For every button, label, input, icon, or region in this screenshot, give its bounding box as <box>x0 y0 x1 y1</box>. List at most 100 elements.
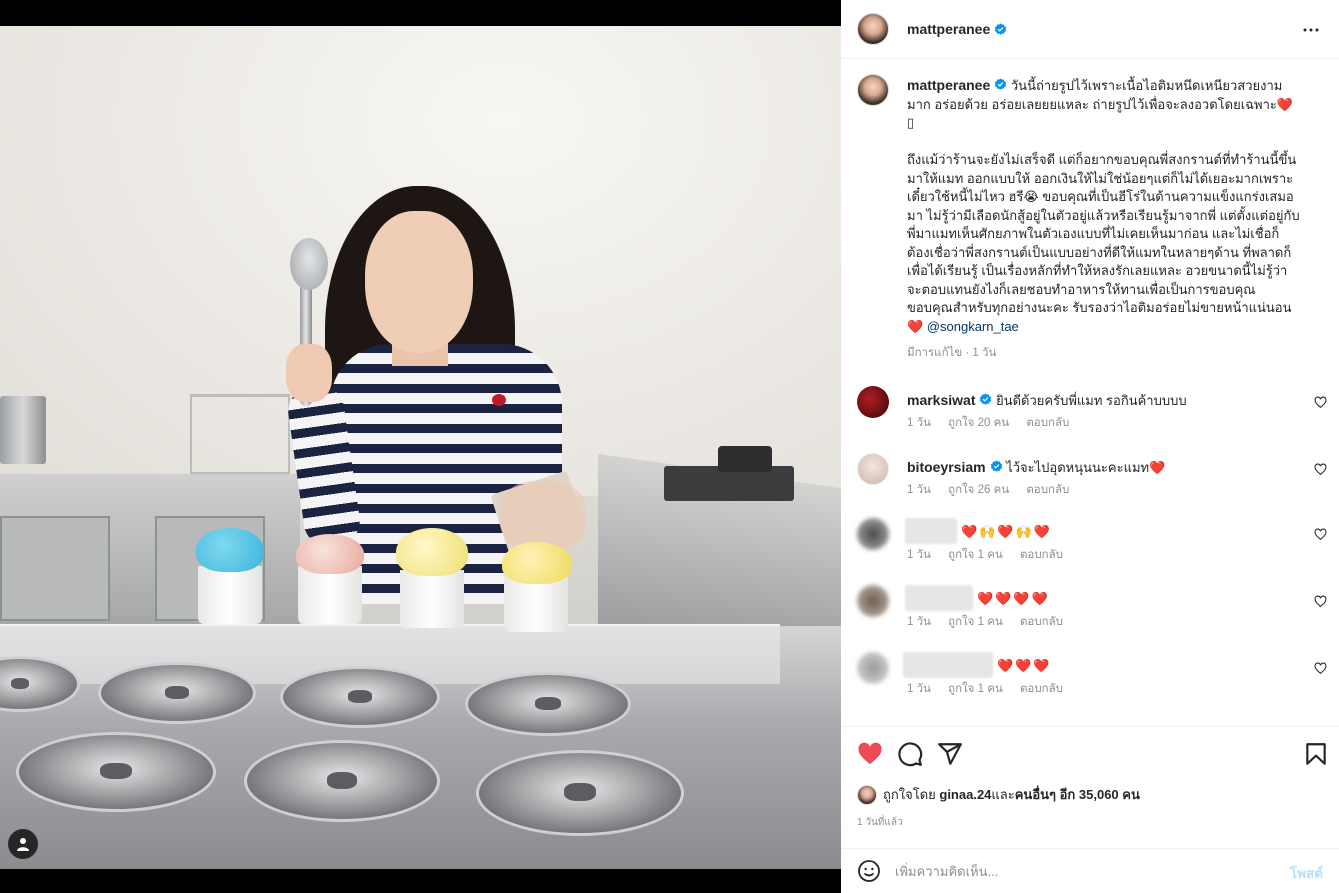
comment-reply-button[interactable]: ตอบกลับ <box>1020 616 1063 628</box>
caption-edited-time: มีการแก้ไข · 1 วัน <box>907 347 997 359</box>
post-side-panel: mattperanee mattperanee วันนี้ถ่ายรูปไว้… <box>841 0 1339 893</box>
comment-body: ❤️❤️❤️ <box>997 658 1052 673</box>
liker-avatar[interactable] <box>857 784 877 805</box>
comment-text: ❤️❤️❤️❤️ <box>905 585 1050 611</box>
comment-reply-button[interactable]: ตอบกลับ <box>1026 484 1069 496</box>
comment-likes[interactable]: ถูกใจ 26 คน <box>948 484 1009 496</box>
bookmark-icon[interactable] <box>1303 741 1329 767</box>
heart-outline-icon[interactable] <box>1314 463 1327 476</box>
likes-middle: และ <box>991 787 1015 802</box>
post-comment-button[interactable]: โพสต์ <box>1290 862 1323 884</box>
comment-avatar[interactable] <box>857 518 889 550</box>
comment-text: ❤️❤️❤️ <box>903 652 1052 678</box>
photo-scoop-blue <box>196 528 264 572</box>
comments-list[interactable]: mattperanee วันนี้ถ่ายรูปไว้เพราะเนื้อไอ… <box>841 60 1339 726</box>
caption-text: mattperanee วันนี้ถ่ายรูปไว้เพราะเนื้อไอ… <box>907 76 1327 363</box>
photo-scoop-pink <box>296 534 364 574</box>
caption-line: ถึงแม้ว่าร้านจะยังไม่เสร็จดี แต่ก็อยากขอ… <box>907 152 1297 167</box>
mention-link[interactable]: @songkarn_tae <box>927 319 1019 334</box>
blurred-username <box>905 518 957 544</box>
heart-outline-icon[interactable] <box>1314 528 1327 541</box>
caption-line <box>907 133 1327 152</box>
caption-line-text: วันนี้ถ่ายรูปไว้เพราะเนื้อไอติมหนึดเหนีย… <box>1007 78 1283 93</box>
photo-hand <box>500 481 586 551</box>
action-bar <box>841 726 1339 786</box>
comment-avatar[interactable] <box>857 453 889 485</box>
photo-lid <box>98 662 256 724</box>
photo-machine-top <box>718 446 772 472</box>
comment-reply-button[interactable]: ตอบกลับ <box>1020 549 1063 561</box>
tagged-user-button[interactable] <box>8 829 38 859</box>
heart-filled-icon[interactable] <box>857 741 883 767</box>
photo-lid <box>476 750 684 836</box>
post-photo[interactable] <box>0 26 841 869</box>
comment-item: ❤️❤️❤️❤️ 1 วัน ถูกใจ 1 คน ตอบกลับ <box>857 585 1327 645</box>
photo-cup <box>298 566 362 624</box>
comment-text: bitoeyrsiam ไว้จะไปอุดหนุนนะคะแมท❤️ <box>907 457 1165 478</box>
caption-line: ❤️ @songkarn_tae <box>907 318 1327 337</box>
verified-badge-icon <box>995 22 1007 35</box>
comment-bubble-icon[interactable] <box>897 741 923 767</box>
caption-username[interactable]: mattperanee <box>907 77 990 93</box>
comment-likes[interactable]: ถูกใจ 1 คน <box>948 683 1003 695</box>
heart-outline-icon[interactable] <box>1314 595 1327 608</box>
liker-username[interactable]: ginaa.24 <box>939 787 991 802</box>
photo-scoop-yellow <box>396 528 468 576</box>
heart-outline-icon[interactable] <box>1314 396 1327 409</box>
comment-time: 1 วัน <box>907 484 931 496</box>
comment-avatar[interactable] <box>857 386 889 418</box>
user-icon <box>17 838 29 851</box>
caption-line: mattperanee วันนี้ถ่ายรูปไว้เพราะเนื้อไอ… <box>907 76 1327 96</box>
comment-body: ❤️❤️❤️❤️ <box>977 591 1050 606</box>
comment-reply-button[interactable]: ตอบกลับ <box>1026 417 1069 429</box>
caption-line: พี่มาแมทเห็นศักยภาพในตัวเองแบบที่ไม่เคยเ… <box>907 226 1280 241</box>
comment-time: 1 วัน <box>907 616 931 628</box>
heart-outline-icon[interactable] <box>1314 662 1327 675</box>
caption-line: เดี๋ยวใช้หนี้ไม่ไหว ฮรี😭 ขอบคุณที่เป็นฮี… <box>907 189 1294 204</box>
photo-scoop-yellow <box>502 542 572 584</box>
comment-body: ยินดีด้วยครับพี่แมท รอกินค้าบบบบ <box>992 393 1187 408</box>
comment-avatar[interactable] <box>857 652 889 684</box>
verified-badge-icon <box>980 393 992 405</box>
caption-line: ▯ <box>907 115 915 130</box>
photo-cup <box>400 570 464 628</box>
paper-plane-icon[interactable] <box>937 741 963 767</box>
likes-others[interactable]: คนอื่นๆ อีก 35,060 คน <box>1015 784 1140 805</box>
author-avatar[interactable] <box>857 13 889 45</box>
comment-username[interactable]: bitoeyrsiam <box>907 459 986 475</box>
caption-author-avatar[interactable] <box>857 74 889 106</box>
comment-username[interactable]: marksiwat <box>907 392 975 408</box>
comment-body: ไว้จะไปอุดหนุนนะคะแมท❤️ <box>1002 460 1166 475</box>
comment-likes[interactable]: ถูกใจ 1 คน <box>948 549 1003 561</box>
blurred-username <box>903 652 993 678</box>
photo-hand <box>286 344 332 402</box>
author-username[interactable]: mattperanee <box>907 21 990 37</box>
heart-emoji: ❤️ <box>907 318 924 334</box>
comment-likes[interactable]: ถูกใจ 1 คน <box>948 616 1003 628</box>
comment-text: marksiwat ยินดีด้วยครับพี่แมท รอกินค้าบบ… <box>907 390 1187 411</box>
comment-meta: 1 วัน ถูกใจ 20 คน ตอบกลับ <box>907 414 1083 432</box>
comment-meta: 1 วัน ถูกใจ 26 คน ตอบกลับ <box>907 481 1083 499</box>
likes-summary: ถูกใจโดย ginaa.24 และ คนอื่นๆ อีก 35,060 … <box>857 784 1140 805</box>
comment-avatar[interactable] <box>857 585 889 617</box>
blurred-username <box>905 585 973 611</box>
comment-item: ❤️🙌❤️🙌❤️ 1 วัน ถูกใจ 1 คน ตอบกลับ <box>857 518 1327 578</box>
comment-input[interactable] <box>895 859 1265 883</box>
comment-meta: 1 วัน ถูกใจ 1 คน ตอบกลับ <box>907 680 1077 698</box>
caption-line: ขอบคุณสำหรับทุกอย่างนะคะ รับรองว่าไอติมอ… <box>907 300 1292 315</box>
more-horizontal-icon[interactable] <box>1299 18 1323 42</box>
photo-cup <box>198 566 262 624</box>
comment-time: 1 วัน <box>907 683 931 695</box>
photo-shirt-logo <box>492 394 506 406</box>
comment-time: 1 วัน <box>907 549 931 561</box>
photo-dish-rack <box>190 394 290 474</box>
comment-meta: 1 วัน ถูกใจ 1 คน ตอบกลับ <box>907 546 1077 564</box>
caption-line: จะตอบแทนยังไงก็เลยชอบทำอาหารให้ทานเพื่อเ… <box>907 281 1256 297</box>
comment-reply-button[interactable]: ตอบกลับ <box>1020 683 1063 695</box>
post-timestamp[interactable]: 1 วันที่แล้ว <box>857 815 903 830</box>
comment-likes[interactable]: ถูกใจ 20 คน <box>948 417 1009 429</box>
emoji-smile-icon[interactable] <box>857 859 881 883</box>
add-comment-bar: โพสต์ <box>841 848 1339 893</box>
comment-item: marksiwat ยินดีด้วยครับพี่แมท รอกินค้าบบ… <box>857 386 1327 446</box>
post-header: mattperanee <box>841 0 1339 59</box>
